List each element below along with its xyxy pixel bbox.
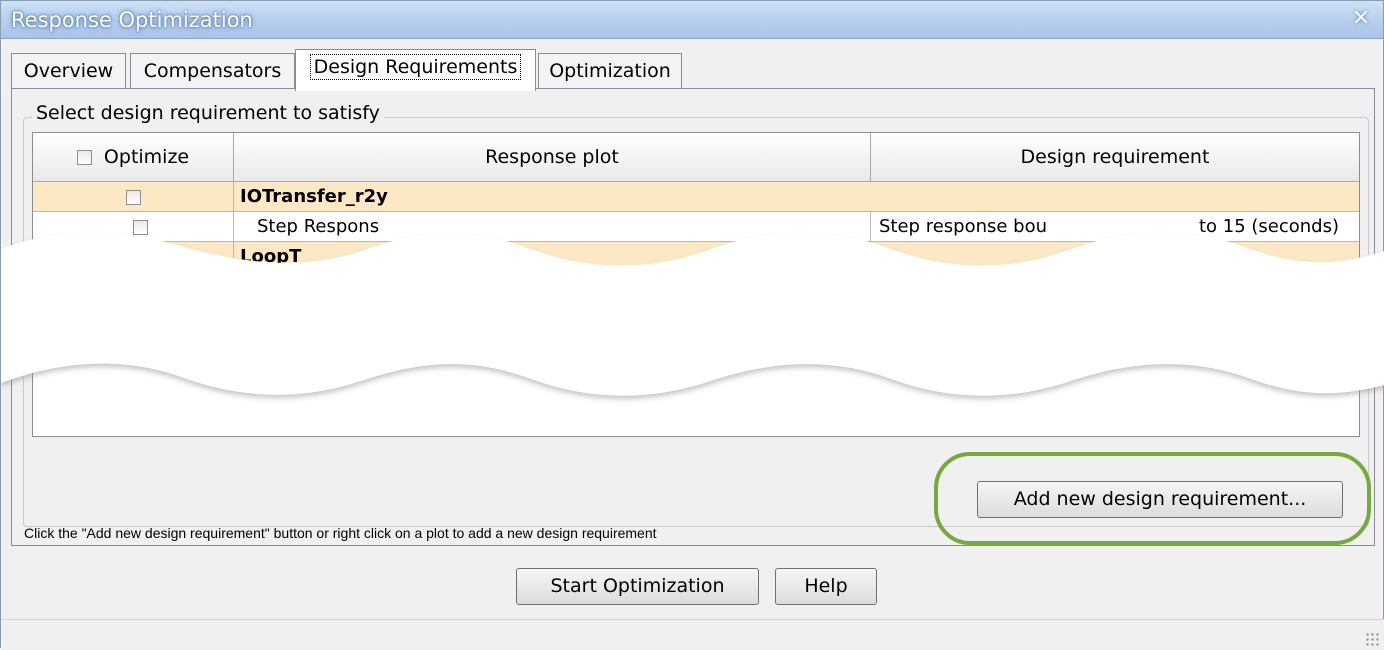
row-optimize-cell (33, 212, 234, 242)
status-bar (1, 619, 1384, 650)
table-row[interactable]: LoopT (33, 242, 1359, 272)
column-header-response-plot[interactable]: Response plot (234, 133, 871, 182)
tab-design-requirements-label: Design Requirements (309, 54, 522, 80)
row-optimize-cell (33, 242, 234, 272)
column-design-requirement-label: Design requirement (1020, 146, 1210, 168)
start-optimization-button[interactable]: Start Optimization (516, 568, 759, 605)
row-design-requirement: Step response bou to 15 (seconds) (871, 212, 1359, 242)
help-text: Click the "Add new design requirement" b… (24, 525, 657, 541)
title-bar[interactable]: Response Optimization × (1, 1, 1383, 39)
table-row[interactable]: IOTransfer_r2y (33, 182, 1359, 212)
requirements-table: Optimize Response plot Design requiremen… (32, 132, 1360, 437)
response-optimization-window: Response Optimization × Overview Compens… (0, 0, 1384, 650)
group-label: Select design requirement to satisfy (32, 102, 384, 124)
tab-optimization-label: Optimization (549, 60, 671, 82)
tab-design-requirements[interactable]: Design Requirements (295, 49, 536, 91)
column-optimize-label: Optimize (103, 146, 190, 168)
resize-grip-icon[interactable] (1365, 632, 1379, 646)
row-response-plot: LoopT (240, 246, 302, 267)
row-optimize-checkbox[interactable] (132, 219, 148, 235)
row-design-requirement-tail: to 15 (seconds) (1198, 216, 1339, 237)
tab-overview[interactable]: Overview (11, 53, 126, 89)
row-optimize-checkbox[interactable] (125, 189, 141, 205)
highlight-ring (934, 452, 1371, 545)
tab-optimization[interactable]: Optimization (538, 53, 682, 89)
tab-compensators[interactable]: Compensators (130, 53, 295, 89)
column-header-optimize[interactable]: Optimize (33, 133, 234, 182)
column-response-plot-label: Response plot (485, 146, 619, 168)
tab-compensators-label: Compensators (143, 60, 282, 82)
row-optimize-cell (33, 182, 234, 212)
close-icon[interactable]: × (1349, 6, 1373, 30)
row-design-requirement-text: Step response bou (879, 216, 1048, 237)
row-response-plot: Step Respons (234, 212, 871, 242)
table-row[interactable]: Step Respons Step response bou to 15 (se… (33, 212, 1359, 242)
help-button[interactable]: Help (775, 568, 877, 605)
row-response-plot: IOTransfer_r2y (240, 186, 388, 207)
window-title: Response Optimization (11, 8, 253, 32)
tab-overview-label: Overview (23, 60, 114, 82)
optimize-all-checkbox[interactable] (76, 150, 92, 165)
column-header-design-requirement[interactable]: Design requirement (871, 133, 1359, 182)
